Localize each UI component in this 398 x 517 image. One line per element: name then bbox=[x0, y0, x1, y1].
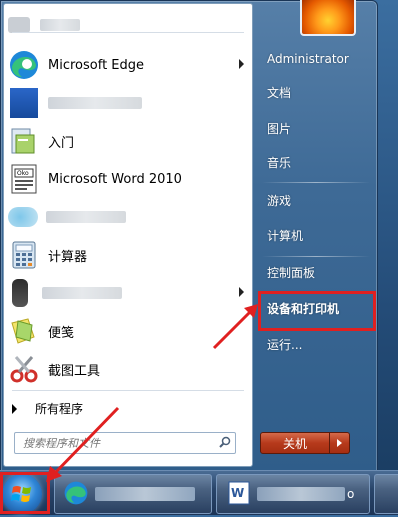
program-label: 入门 bbox=[48, 135, 75, 151]
taskbar-item-overflow[interactable] bbox=[374, 474, 398, 514]
word-icon: Oko bbox=[8, 163, 40, 195]
program-item-blurred-4[interactable] bbox=[8, 274, 246, 312]
all-programs-button[interactable]: 所有程序 bbox=[12, 400, 83, 417]
shutdown-button[interactable]: 关机 bbox=[260, 432, 330, 454]
program-item-getting-started[interactable]: 入门 bbox=[8, 122, 246, 160]
search-input[interactable] bbox=[21, 435, 215, 451]
user-avatar[interactable] bbox=[300, 0, 356, 36]
program-item-snipping-tool[interactable]: 截图工具 bbox=[8, 350, 246, 388]
blurred-label bbox=[48, 97, 142, 109]
program-item-blurred-3[interactable] bbox=[8, 198, 246, 236]
right-item-documents[interactable]: 文档 bbox=[260, 82, 377, 104]
search-box[interactable] bbox=[14, 432, 236, 454]
app-icon bbox=[8, 87, 40, 119]
right-item-computer[interactable]: 计算机 bbox=[260, 225, 377, 247]
sticky-notes-icon bbox=[8, 315, 40, 347]
taskbar-item-edge[interactable] bbox=[54, 474, 212, 514]
program-label: 截图工具 bbox=[48, 363, 101, 379]
program-item-edge[interactable]: Microsoft Edge bbox=[8, 46, 246, 84]
edge-icon bbox=[63, 480, 89, 509]
submenu-arrow-icon[interactable] bbox=[239, 59, 244, 69]
highlight-box bbox=[258, 291, 376, 331]
shutdown-label: 关机 bbox=[282, 436, 307, 451]
program-label: Microsoft Word 2010 bbox=[48, 171, 182, 187]
right-item-pictures[interactable]: 图片 bbox=[260, 118, 377, 140]
right-item-label: Administrator bbox=[267, 52, 349, 66]
program-label: 便笺 bbox=[48, 325, 75, 341]
right-item-control-panel[interactable]: 控制面板 bbox=[260, 262, 377, 284]
blurred-label bbox=[46, 211, 126, 223]
program-label: 计算器 bbox=[48, 249, 88, 265]
right-item-label: 计算机 bbox=[267, 229, 304, 243]
separator bbox=[262, 256, 370, 257]
highlight-box bbox=[0, 472, 50, 514]
separator bbox=[262, 182, 370, 183]
calculator-icon bbox=[8, 239, 40, 271]
app-icon bbox=[8, 201, 40, 233]
getting-started-icon bbox=[8, 125, 40, 157]
right-item-label: 图片 bbox=[267, 122, 292, 136]
program-item-blurred-2[interactable] bbox=[8, 84, 246, 122]
program-item-blurred-1[interactable] bbox=[8, 6, 246, 44]
program-item-word[interactable]: Oko Microsoft Word 2010 bbox=[8, 160, 246, 198]
chevron-right-icon bbox=[12, 403, 17, 414]
snipping-tool-icon bbox=[8, 353, 40, 385]
right-item-label: 游戏 bbox=[267, 194, 292, 208]
svg-text:Oko: Oko bbox=[17, 170, 29, 177]
taskbar-item-word[interactable]: W o bbox=[216, 474, 370, 514]
program-label: Microsoft Edge bbox=[48, 57, 145, 73]
shutdown-options-button[interactable] bbox=[330, 432, 350, 454]
blurred-label bbox=[95, 487, 195, 501]
search-icon[interactable] bbox=[219, 436, 231, 451]
taskbar-item-suffix: o bbox=[347, 487, 355, 501]
right-item-label: 音乐 bbox=[267, 156, 292, 170]
all-programs-label: 所有程序 bbox=[35, 402, 84, 416]
right-item-run[interactable]: 运行... bbox=[260, 334, 377, 356]
chevron-right-icon bbox=[337, 439, 342, 447]
edge-icon bbox=[8, 49, 40, 81]
svg-text:W: W bbox=[231, 486, 244, 500]
program-item-sticky-notes[interactable]: 便笺 bbox=[8, 312, 246, 350]
blurred-label bbox=[257, 487, 345, 501]
word-icon: W bbox=[227, 480, 251, 509]
blurred-label bbox=[42, 287, 122, 299]
right-item-label: 控制面板 bbox=[267, 266, 316, 280]
right-item-games[interactable]: 游戏 bbox=[260, 190, 377, 212]
separator bbox=[12, 32, 244, 33]
submenu-arrow-icon[interactable] bbox=[239, 287, 244, 297]
right-item-user[interactable]: Administrator bbox=[260, 48, 377, 70]
program-item-calculator[interactable]: 计算器 bbox=[8, 236, 246, 274]
separator bbox=[12, 390, 244, 391]
right-item-music[interactable]: 音乐 bbox=[260, 152, 377, 174]
app-icon bbox=[8, 277, 40, 309]
blurred-label bbox=[40, 19, 80, 31]
right-item-label: 文档 bbox=[267, 86, 292, 100]
start-menu-left-pane: Microsoft Edge 入门 Oko Microsoft Word 201… bbox=[3, 3, 253, 467]
right-item-label: 运行... bbox=[267, 338, 303, 352]
